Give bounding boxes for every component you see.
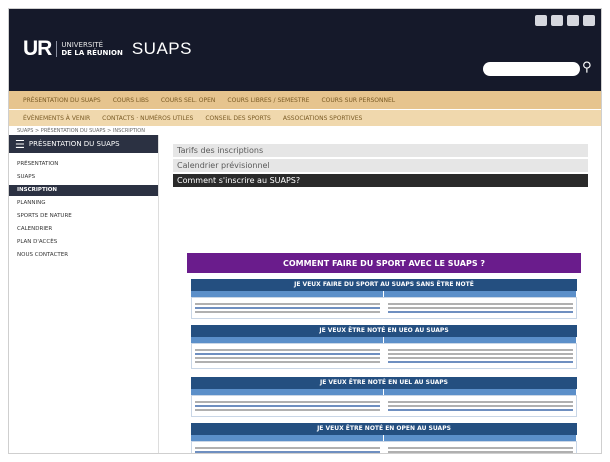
section-title: JE VEUX ÊTRE NOTÉ EN OPEN AU SUAPS: [191, 423, 577, 435]
accordion-calendrier[interactable]: Calendrier prévisionnel: [173, 159, 588, 172]
nav-item[interactable]: ASSOCIATIONS SPORTIVES: [283, 115, 362, 122]
section-title: JE VEUX ÊTRE NOTÉ EN UEL AU SUAPS: [191, 377, 577, 389]
search-input[interactable]: [483, 62, 580, 76]
section-body: [191, 441, 577, 453]
section-columns: [191, 435, 577, 441]
logo-university-text: UNIVERSITÉ DE LA RÉUNION: [56, 41, 123, 57]
sidebar-list: PRÉSENTATION SUAPS INSCRIPTION PLANNING …: [9, 159, 158, 261]
main-content: Tarifs des inscriptions Calendrier prévi…: [173, 144, 588, 189]
sidebar: ☰ PRÉSENTATION DU SUAPS PRÉSENTATION SUA…: [9, 135, 159, 453]
section-columns: [191, 389, 577, 395]
info-section: JE VEUX ÊTRE NOTÉ EN OPEN AU SUAPS: [191, 423, 577, 453]
nav-item[interactable]: COURS LIBRES / SEMESTRE: [227, 97, 309, 104]
menu-icon[interactable]: ☰: [15, 138, 25, 151]
info-section: JE VEUX ÊTRE NOTÉ EN UEL AU SUAPS: [191, 377, 577, 417]
info-section: JE VEUX ÊTRE NOTÉ EN UEO AU SUAPS: [191, 325, 577, 369]
facebook-icon[interactable]: [535, 15, 547, 26]
info-section: JE VEUX FAIRE DU SPORT AU SUAPS SANS ÊTR…: [191, 279, 577, 319]
site-header: UR UNIVERSITÉ DE LA RÉUNION SUAPS ⚲: [9, 9, 601, 91]
logo-line1: UNIVERSITÉ: [61, 41, 104, 49]
accordion-inscription[interactable]: Comment s'inscrire au SUAPS?: [173, 174, 588, 187]
section-columns: [191, 291, 577, 297]
logo-line2: DE LA RÉUNION: [61, 49, 123, 57]
section-body: [191, 395, 577, 417]
sidebar-item-calendrier[interactable]: CALENDRIER: [9, 224, 158, 235]
sidebar-item-contact[interactable]: NOUS CONTACTER: [9, 250, 158, 261]
breadcrumb: SUAPS > PRÉSENTATION DU SUAPS > INSCRIPT…: [17, 128, 145, 134]
nav-item[interactable]: CONSEIL DES SPORTS: [205, 115, 271, 122]
twitter-icon[interactable]: [551, 15, 563, 26]
section-title: JE VEUX FAIRE DU SPORT AU SUAPS SANS ÊTR…: [191, 279, 577, 291]
section-body: [191, 343, 577, 369]
nav-item[interactable]: COURS SEL. OPEN: [161, 97, 216, 104]
youtube-icon[interactable]: [567, 15, 579, 26]
nav-item[interactable]: COURS LIBS: [113, 97, 149, 104]
search-icon[interactable]: ⚲: [582, 59, 592, 77]
page-frame: UR UNIVERSITÉ DE LA RÉUNION SUAPS ⚲ PRÉS…: [8, 8, 602, 454]
sidebar-item-planning[interactable]: PLANNING: [9, 198, 158, 209]
nav-item[interactable]: COURS SUR PERSONNEL: [321, 97, 395, 104]
section-title: JE VEUX ÊTRE NOTÉ EN UEO AU SUAPS: [191, 325, 577, 337]
section-body: [191, 297, 577, 319]
logo-suaps: SUAPS: [131, 39, 192, 58]
content-banner: COMMENT FAIRE DU SPORT AVEC LE SUAPS ?: [187, 253, 581, 273]
sidebar-header[interactable]: ☰ PRÉSENTATION DU SUAPS: [9, 135, 158, 153]
sidebar-item-plan-acces[interactable]: PLAN D'ACCÈS: [9, 237, 158, 248]
primary-nav: PRÉSENTATION DU SUAPS COURS LIBS COURS S…: [9, 91, 601, 110]
sidebar-item-sports-nature[interactable]: SPORTS DE NATURE: [9, 211, 158, 222]
sidebar-item-presentation[interactable]: PRÉSENTATION: [9, 159, 158, 170]
nav-item[interactable]: PRÉSENTATION DU SUAPS: [23, 97, 101, 104]
sidebar-title: PRÉSENTATION DU SUAPS: [28, 140, 120, 148]
nav-item[interactable]: CONTACTS · NUMÉROS UTILES: [102, 115, 193, 122]
accordion-tarifs[interactable]: Tarifs des inscriptions: [173, 144, 588, 157]
nav-item[interactable]: ÉVÈNEMENTS À VENIR: [23, 115, 90, 122]
sidebar-item-suaps[interactable]: SUAPS: [9, 172, 158, 183]
sidebar-item-inscription[interactable]: INSCRIPTION: [9, 185, 158, 196]
section-columns: [191, 337, 577, 343]
secondary-nav: ÉVÈNEMENTS À VENIR CONTACTS · NUMÉROS UT…: [9, 110, 601, 126]
social-links: [535, 15, 595, 26]
university-logo[interactable]: UR UNIVERSITÉ DE LA RÉUNION SUAPS: [23, 37, 192, 61]
rss-icon[interactable]: [583, 15, 595, 26]
logo-ur: UR: [23, 37, 52, 60]
